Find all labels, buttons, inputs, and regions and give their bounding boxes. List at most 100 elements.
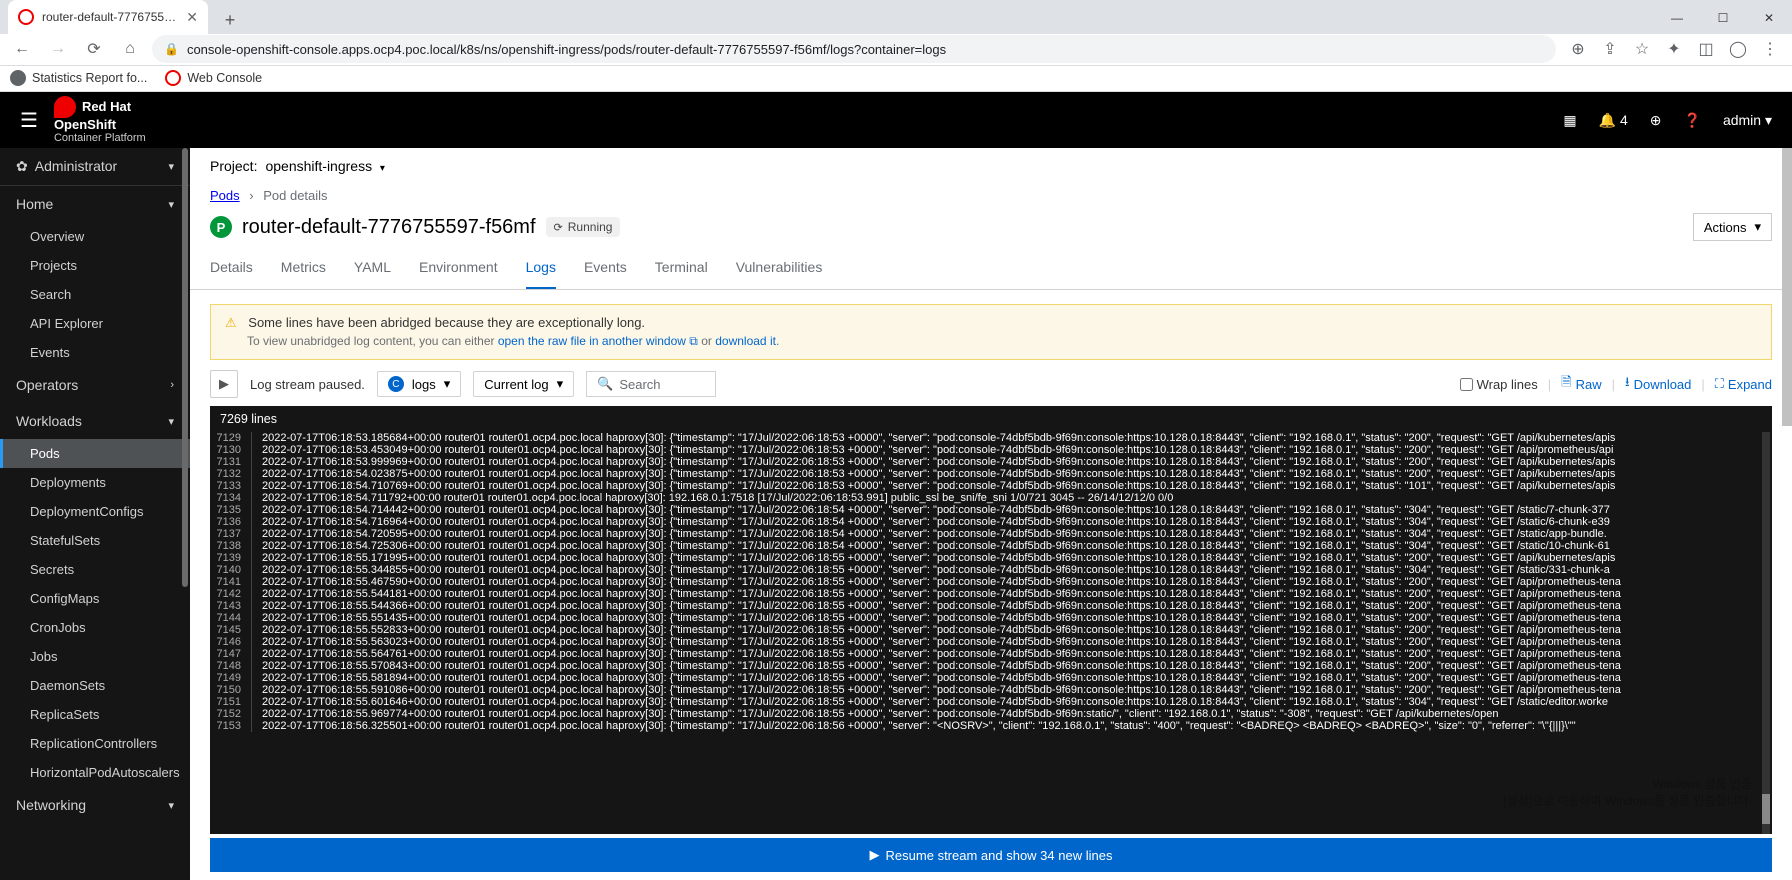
warning-icon: ⚠ xyxy=(225,315,237,330)
log-line: 71422022-07-17T06:18:55.544181+00:00 rou… xyxy=(210,588,1772,600)
log-line: 71482022-07-17T06:18:55.570843+00:00 rou… xyxy=(210,660,1772,672)
raw-link[interactable]: 🗎Raw xyxy=(1561,373,1601,395)
download-button[interactable]: ⭳Download xyxy=(1625,373,1691,395)
hamburger-icon[interactable]: ☰ xyxy=(20,108,38,133)
bookmark-webconsole[interactable]: Web Console xyxy=(165,70,262,86)
sidebar-scrollbar[interactable] xyxy=(182,148,188,587)
bell-icon[interactable]: 🔔 4 xyxy=(1599,112,1628,129)
tab-logs[interactable]: Logs xyxy=(526,249,556,289)
reload-button[interactable]: ⟳ xyxy=(80,35,108,63)
tab-terminal[interactable]: Terminal xyxy=(655,249,708,289)
grid-icon[interactable]: ▦ xyxy=(1563,112,1576,129)
search-input[interactable]: 🔍 Search xyxy=(586,371,716,397)
home-button[interactable]: ⌂ xyxy=(116,35,144,63)
window-minimize-button[interactable]: — xyxy=(1654,2,1700,34)
search-icon[interactable]: ⊕ xyxy=(1564,35,1592,63)
sidebar-item-replicationcontrollers[interactable]: ReplicationControllers xyxy=(0,729,190,758)
tab-yaml[interactable]: YAML xyxy=(354,249,391,289)
expand-button[interactable]: ⛶Expand xyxy=(1715,376,1772,392)
bookmark-label: Statistics Report fo... xyxy=(32,71,147,85)
content-scrollbar[interactable] xyxy=(1782,148,1792,426)
download-link[interactable]: download it xyxy=(715,334,776,348)
user-menu[interactable]: admin ▾ xyxy=(1723,112,1772,129)
project-label: Project: xyxy=(210,158,257,174)
breadcrumb-current: Pod details xyxy=(263,188,327,203)
sidebar-item-replicasets[interactable]: ReplicaSets xyxy=(0,700,190,729)
wrap-lines-checkbox[interactable]: Wrap lines xyxy=(1460,377,1538,392)
tab-events[interactable]: Events xyxy=(584,249,627,289)
tab-details[interactable]: Details xyxy=(210,249,253,289)
log-line: 71492022-07-17T06:18:55.581894+00:00 rou… xyxy=(210,672,1772,684)
extensions-icon[interactable]: ✦ xyxy=(1660,35,1688,63)
lock-icon: 🔒 xyxy=(164,42,179,56)
back-button[interactable]: ← xyxy=(8,35,36,63)
tab-metrics[interactable]: Metrics xyxy=(281,249,326,289)
project-dropdown[interactable]: openshift-ingress ▾ xyxy=(265,158,384,174)
sidebar-item-statefulsets[interactable]: StatefulSets xyxy=(0,526,190,555)
tab-vulnerabilities[interactable]: Vulnerabilities xyxy=(736,249,823,289)
log-scrollbar-track[interactable] xyxy=(1762,432,1770,834)
actions-dropdown[interactable]: Actions▾ xyxy=(1693,213,1772,241)
menu-icon[interactable]: ⋮ xyxy=(1756,35,1784,63)
sidebar: ✿ Administrator ▾ Home▾OverviewProjectsS… xyxy=(0,148,190,880)
share-icon[interactable]: ⇪ xyxy=(1596,35,1624,63)
redhat-logo-icon xyxy=(54,96,76,118)
expand-icon: ⛶ xyxy=(1715,376,1724,392)
time-dropdown[interactable]: Current log▾ xyxy=(473,371,574,397)
browser-tab[interactable]: router-default-7776755597-f56… ✕ xyxy=(8,0,208,34)
page-title: router-default-7776755597-f56mf xyxy=(242,216,536,239)
container-dropdown[interactable]: C logs ▾ xyxy=(377,371,461,397)
log-line-count: 7269 lines xyxy=(210,406,1772,432)
brand: Red Hat OpenShift Container Platform xyxy=(54,96,146,144)
log-viewer: 7269 lines 71292022-07-17T06:18:53.18568… xyxy=(210,406,1772,834)
window-maximize-button[interactable]: ☐ xyxy=(1700,2,1746,34)
log-line: 71522022-07-17T06:18:55.969774+00:00 rou… xyxy=(210,708,1772,720)
play-button[interactable]: ▶ xyxy=(210,370,238,398)
play-icon: ▶ xyxy=(870,847,880,863)
download-icon: ⭳ xyxy=(1625,373,1630,395)
breadcrumb: Pods › Pod details xyxy=(190,184,1792,207)
address-bar[interactable]: 🔒 console-openshift-console.apps.ocp4.po… xyxy=(152,35,1556,63)
sidebar-section-operators[interactable]: Operators› xyxy=(0,367,190,403)
new-tab-button[interactable]: + xyxy=(216,6,244,34)
sidebar-item-search[interactable]: Search xyxy=(0,280,190,309)
sidebar-item-jobs[interactable]: Jobs xyxy=(0,642,190,671)
resume-stream-button[interactable]: ▶ Resume stream and show 34 new lines xyxy=(210,838,1772,872)
window-close-button[interactable]: ✕ xyxy=(1746,2,1792,34)
plus-icon[interactable]: ⊕ xyxy=(1650,112,1662,129)
sidebar-item-projects[interactable]: Projects xyxy=(0,251,190,280)
sidebar-item-deploymentconfigs[interactable]: DeploymentConfigs xyxy=(0,497,190,526)
log-line: 71352022-07-17T06:18:54.714442+00:00 rou… xyxy=(210,504,1772,516)
bookmark-stats[interactable]: Statistics Report fo... xyxy=(10,70,147,86)
perspective-switcher[interactable]: ✿ Administrator ▾ xyxy=(0,148,190,186)
sidebar-item-secrets[interactable]: Secrets xyxy=(0,555,190,584)
tabs-icon[interactable]: ◫ xyxy=(1692,35,1720,63)
sidebar-item-api explorer[interactable]: API Explorer xyxy=(0,309,190,338)
sidebar-section-networking[interactable]: Networking▾ xyxy=(0,787,190,823)
log-scrollbar-thumb[interactable] xyxy=(1762,794,1770,824)
forward-button[interactable]: → xyxy=(44,35,72,63)
tab-environment[interactable]: Environment xyxy=(419,249,498,289)
sidebar-section-workloads[interactable]: Workloads▾ xyxy=(0,403,190,439)
close-tab-icon[interactable]: ✕ xyxy=(186,9,198,26)
file-icon: 🗎 xyxy=(1561,373,1571,395)
sidebar-item-overview[interactable]: Overview xyxy=(0,222,190,251)
breadcrumb-root[interactable]: Pods xyxy=(210,188,240,203)
sidebar-item-daemonsets[interactable]: DaemonSets xyxy=(0,671,190,700)
sidebar-item-events[interactable]: Events xyxy=(0,338,190,367)
sidebar-item-cronjobs[interactable]: CronJobs xyxy=(0,613,190,642)
bookmark-label: Web Console xyxy=(187,71,262,85)
sidebar-item-configmaps[interactable]: ConfigMaps xyxy=(0,584,190,613)
alert-banner: ⚠ Some lines have been abridged because … xyxy=(210,304,1772,360)
sidebar-section-home[interactable]: Home▾ xyxy=(0,186,190,222)
open-raw-link[interactable]: open the raw file in another window ⧉ xyxy=(498,334,698,348)
external-icon: ⧉ xyxy=(689,334,698,348)
sidebar-item-horizontalpodautoscalers[interactable]: HorizontalPodAutoscalers xyxy=(0,758,190,787)
sidebar-item-deployments[interactable]: Deployments xyxy=(0,468,190,497)
star-icon[interactable]: ☆ xyxy=(1628,35,1656,63)
sidebar-item-pods[interactable]: Pods xyxy=(0,439,190,468)
log-line: 71382022-07-17T06:18:54.725306+00:00 rou… xyxy=(210,540,1772,552)
help-icon[interactable]: ❓ xyxy=(1684,112,1701,129)
profile-icon[interactable]: ◯ xyxy=(1724,35,1752,63)
globe-icon xyxy=(10,70,26,86)
